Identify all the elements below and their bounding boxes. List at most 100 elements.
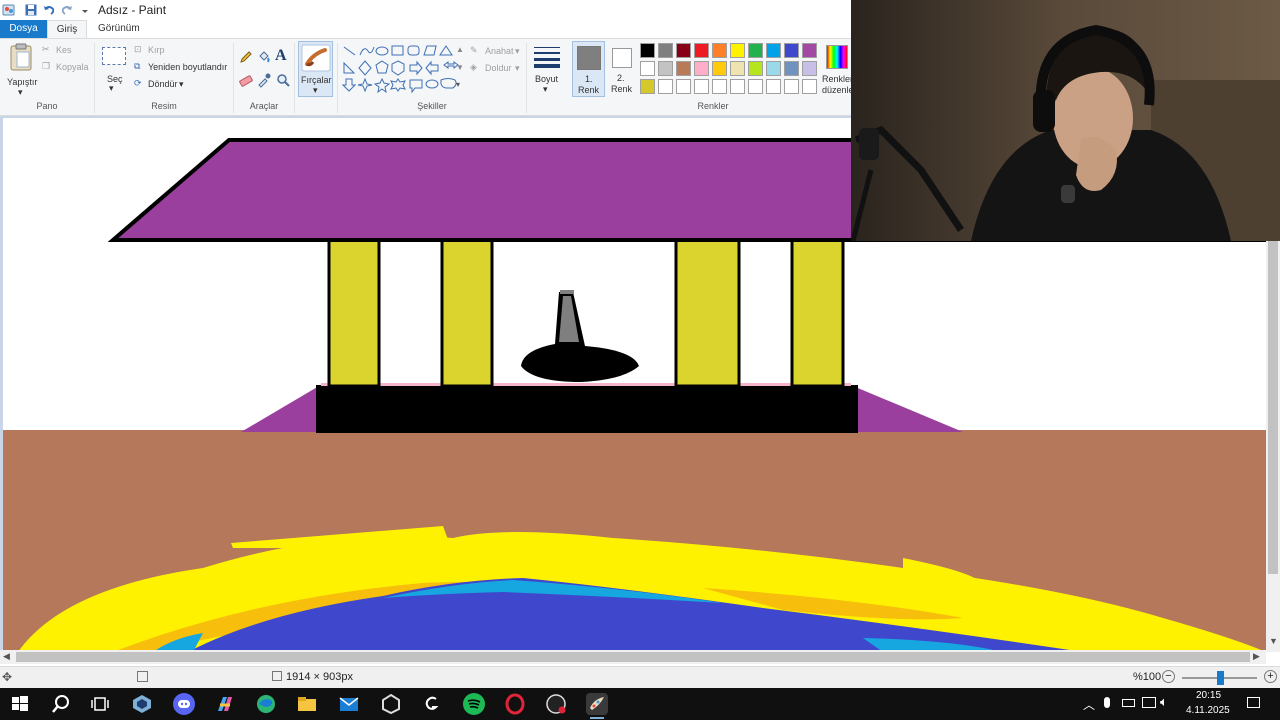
palette-swatch[interactable]	[658, 61, 673, 76]
tab-view[interactable]: Görünüm	[88, 20, 150, 38]
opera-gx-icon[interactable]	[504, 693, 526, 715]
volume-icon[interactable]: 🔈︎	[1160, 694, 1168, 710]
scroll-down-icon[interactable]: ▼	[1269, 636, 1278, 646]
palette-swatch[interactable]	[748, 79, 763, 94]
palette-swatch[interactable]	[676, 79, 691, 94]
palette-swatch[interactable]	[784, 61, 799, 76]
app-hub-icon[interactable]	[131, 693, 153, 715]
status-bar: ✥ 1914 × 903px %100 − +	[0, 666, 1280, 688]
palette-swatch[interactable]	[640, 43, 655, 58]
select-button[interactable]: Seç ▾	[100, 45, 128, 95]
spotify-icon[interactable]	[463, 693, 485, 715]
undo-icon[interactable]	[42, 3, 56, 17]
network-icon[interactable]	[1142, 697, 1156, 708]
palette-swatch[interactable]	[676, 43, 691, 58]
mail-icon[interactable]	[338, 693, 360, 715]
palette-swatch[interactable]	[712, 43, 727, 58]
palette-swatch[interactable]	[748, 43, 763, 58]
palette-swatch[interactable]	[766, 79, 781, 94]
horizontal-scrollbar[interactable]: ◀ ▶	[0, 650, 1266, 664]
zoom-slider-thumb[interactable]	[1217, 671, 1224, 685]
paste-button[interactable]: Yapıştır ▾	[4, 43, 38, 97]
fill-bucket-icon[interactable]	[256, 49, 272, 65]
github-desktop-icon[interactable]	[421, 693, 443, 715]
palette-swatch[interactable]	[730, 43, 745, 58]
clock-date[interactable]: 4.11.2025	[1186, 705, 1230, 716]
palette-swatch[interactable]	[802, 61, 817, 76]
unity-icon[interactable]	[380, 693, 402, 715]
brushes-dropdown-icon: ▾	[313, 85, 318, 95]
zoom-slider[interactable]	[1182, 671, 1257, 685]
palette-swatch[interactable]	[784, 43, 799, 58]
cut-button[interactable]: ✂ Kes	[42, 44, 92, 58]
rotate-button[interactable]: ⟳ Döndür ▾	[134, 78, 194, 92]
palette-swatch[interactable]	[730, 61, 745, 76]
shapes-gallery[interactable]	[341, 43, 462, 95]
clock-time[interactable]: 20:15	[1196, 690, 1221, 701]
palette-swatch[interactable]	[640, 61, 655, 76]
size-button[interactable]: Boyut ▾	[530, 43, 564, 95]
obs-recorder-icon[interactable]	[545, 693, 567, 715]
color2-button[interactable]: 2. Renk	[607, 41, 637, 97]
palette-swatch[interactable]	[730, 79, 745, 94]
scroll-right-icon[interactable]: ▶	[1253, 651, 1260, 662]
shapes-more-icon[interactable]: ▾	[456, 80, 460, 89]
palette-swatch[interactable]	[658, 43, 673, 58]
eraser-icon[interactable]	[238, 72, 254, 88]
edge-browser-icon[interactable]	[255, 693, 277, 715]
scroll-left-icon[interactable]: ◀	[3, 651, 10, 662]
windows-start-icon[interactable]	[9, 693, 31, 715]
zoom-out-icon[interactable]: −	[1162, 670, 1175, 683]
redo-icon[interactable]	[60, 3, 74, 17]
pencil-icon[interactable]	[238, 49, 254, 65]
resize-button[interactable]: ⧉ Yeniden boyutlandır	[134, 61, 230, 75]
fill-button[interactable]: ◈ Doldur ▾	[470, 62, 530, 76]
tab-home[interactable]: Giriş	[47, 20, 87, 38]
selection-size-icon	[137, 671, 148, 682]
save-icon[interactable]	[24, 3, 38, 17]
palette-swatch[interactable]	[784, 79, 799, 94]
palette-swatch[interactable]	[658, 79, 673, 94]
text-tool-icon[interactable]: A	[275, 47, 291, 65]
customize-quick-access-icon[interactable]	[78, 3, 92, 17]
crop-button[interactable]: ⊡ Kırp	[134, 44, 184, 58]
brushes-label: Fırçalar	[301, 75, 332, 85]
palette-swatch[interactable]	[802, 79, 817, 94]
paint-taskbar-icon[interactable]	[586, 693, 608, 715]
copy-button[interactable]: ❐ Kopyala	[42, 61, 92, 75]
notifications-icon[interactable]	[1247, 697, 1260, 708]
file-explorer-icon[interactable]	[296, 693, 318, 715]
tab-file[interactable]: Dosya	[0, 20, 47, 38]
palette-swatch[interactable]	[766, 61, 781, 76]
color2-label-line2: Renk	[611, 84, 633, 94]
outline-button[interactable]: ✎ Anahat ▾	[470, 45, 530, 59]
palette-swatch[interactable]	[694, 43, 709, 58]
palette-swatch[interactable]	[748, 61, 763, 76]
palette-swatch[interactable]	[712, 79, 727, 94]
color1-label-line2: Renk	[578, 85, 600, 95]
palette-swatch[interactable]	[676, 61, 691, 76]
palette-swatch[interactable]	[640, 79, 655, 94]
task-view-icon[interactable]	[89, 693, 111, 715]
zoom-in-icon[interactable]: +	[1264, 670, 1277, 683]
palette-swatch[interactable]	[694, 79, 709, 94]
palette-swatch[interactable]	[766, 43, 781, 58]
palette-swatch[interactable]	[712, 61, 727, 76]
shapes-scroll-up-icon[interactable]: ▲	[456, 45, 464, 54]
scroll-thumb-horizontal[interactable]	[16, 652, 1250, 662]
copilot-icon[interactable]	[214, 693, 236, 715]
microphone-icon[interactable]	[1104, 697, 1110, 708]
palette-swatch[interactable]	[802, 43, 817, 58]
brushes-button[interactable]: Fırçalar ▾	[298, 41, 333, 97]
color1-swatch	[577, 46, 601, 70]
color1-button[interactable]: 1. Renk	[572, 41, 605, 97]
palette-swatch[interactable]	[694, 61, 709, 76]
color-picker-icon[interactable]	[256, 72, 272, 88]
battery-icon[interactable]	[1122, 699, 1135, 707]
edit-colors-button[interactable]: Renkleri düzenle	[822, 43, 855, 97]
search-icon[interactable]	[50, 693, 72, 715]
discord-icon[interactable]	[173, 693, 195, 715]
magnifier-icon[interactable]	[275, 72, 291, 88]
shapes-scroll-down-icon[interactable]: ▼	[456, 63, 464, 72]
show-hidden-icons-icon[interactable]: ︿	[1083, 696, 1095, 713]
